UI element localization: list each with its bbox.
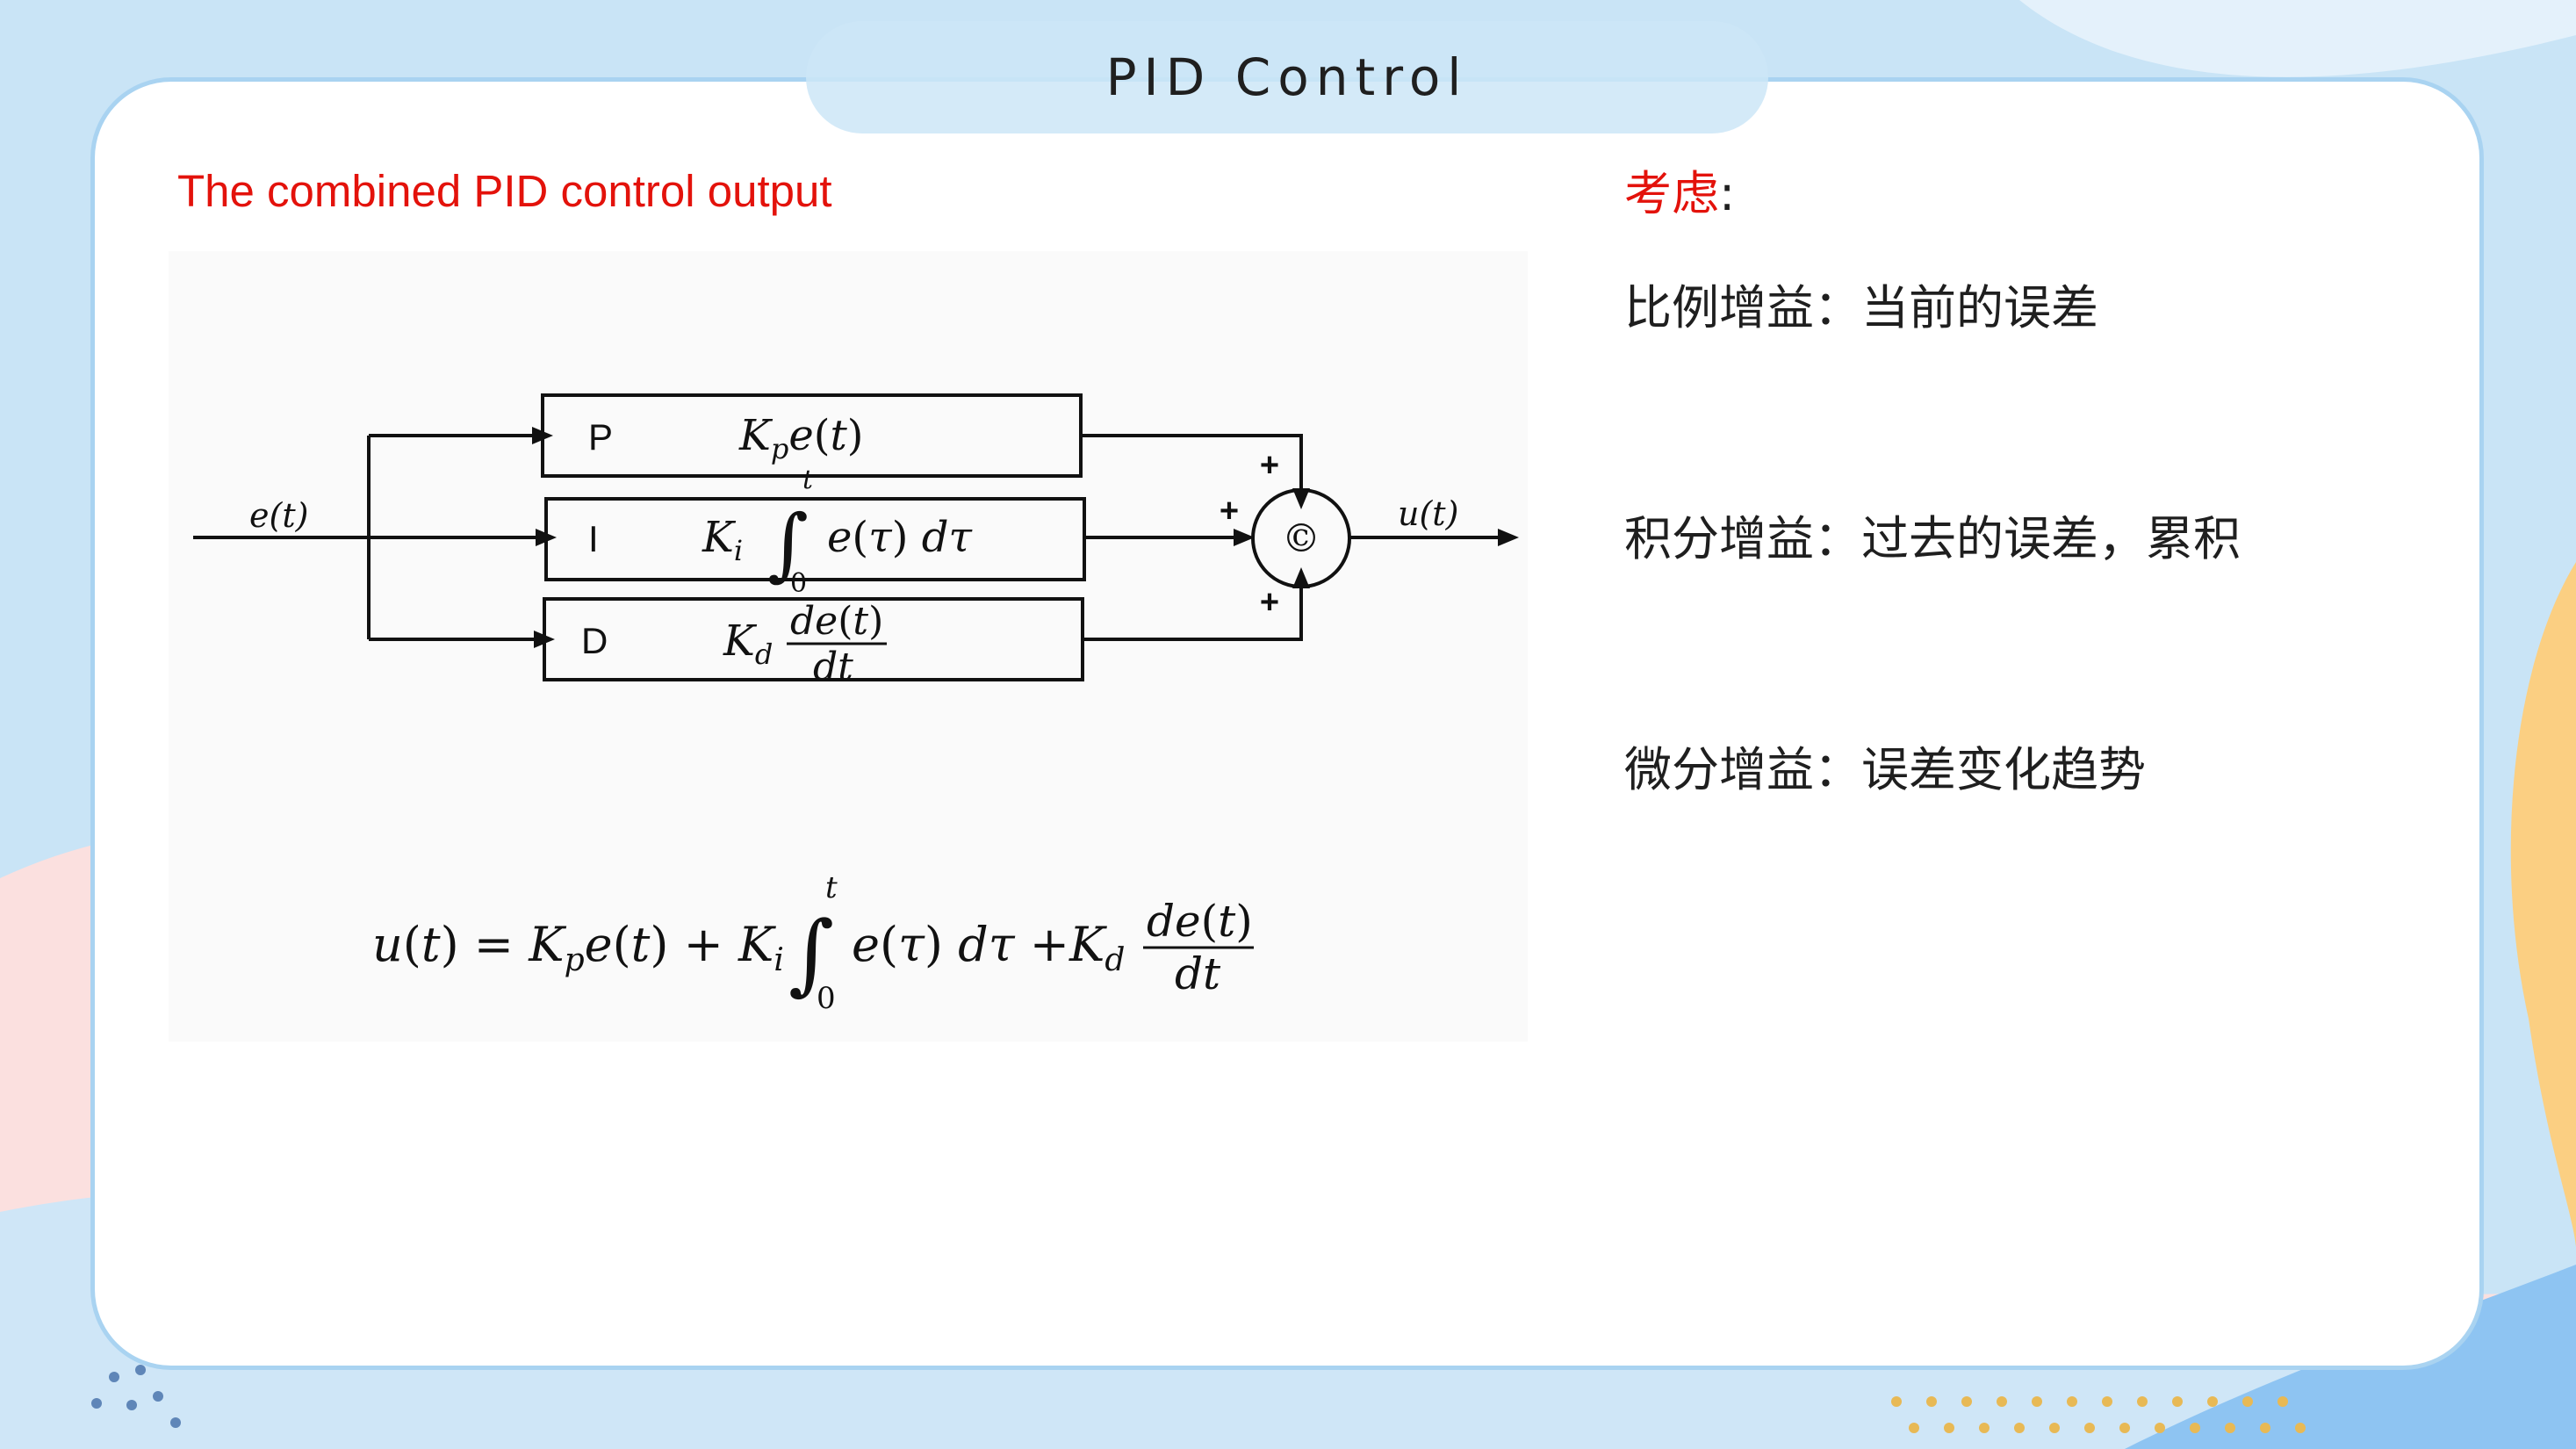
notes-heading-colon: :: [1719, 166, 1736, 221]
svg-text:de(t): de(t): [790, 599, 883, 644]
notes-panel: 考虑: 比例增益：当前的误差 积分增益：过去的误差，累积 微分增益：误差变化趋势: [1624, 155, 2450, 797]
diagram-subtitle: The combined PID control output: [177, 166, 832, 216]
sum-sign-left: +: [1220, 493, 1239, 530]
note-derivative-gain: 微分增益：误差变化趋势: [1624, 742, 2146, 797]
pid-block-diagram: e(t) u(t) P I D Kpe(t) Ki ∫ t 0 e(τ) dτ …: [169, 251, 1528, 1042]
svg-text:Kpe(t): Kpe(t): [738, 411, 864, 465]
svg-text:t: t: [825, 870, 838, 905]
svg-text:0: 0: [817, 981, 836, 1016]
note-integral-gain: 积分增益：过去的误差，累积: [1624, 511, 2241, 566]
d-block-label: D: [581, 620, 608, 661]
notes-heading: 考虑:: [1624, 166, 1736, 221]
i-block-label: I: [588, 518, 599, 559]
note-proportional-gain: 比例增益：当前的误差: [1624, 280, 2098, 335]
sum-sign-top: +: [1260, 447, 1279, 484]
p-block-expression: Kpe(t): [738, 411, 864, 465]
svg-text:dt: dt: [1175, 948, 1221, 999]
svg-text:e(τ) dτ: e(τ) dτ: [827, 513, 973, 562]
svg-text:t: t: [802, 465, 814, 495]
svg-text:e(τ) dτ +Kd: e(τ) dτ +Kd: [852, 917, 1125, 978]
svg-text:de(t): de(t): [1147, 896, 1253, 947]
sum-sign-bottom: +: [1260, 584, 1279, 621]
output-signal-label: u(t): [1398, 494, 1458, 533]
svg-text:dt: dt: [813, 645, 853, 689]
input-signal-label: e(t): [249, 496, 308, 535]
svg-text:0: 0: [790, 568, 807, 599]
page-title: PID Control: [1105, 47, 1469, 107]
sum-symbol: ©: [1282, 516, 1320, 561]
p-block-label: P: [588, 416, 613, 458]
